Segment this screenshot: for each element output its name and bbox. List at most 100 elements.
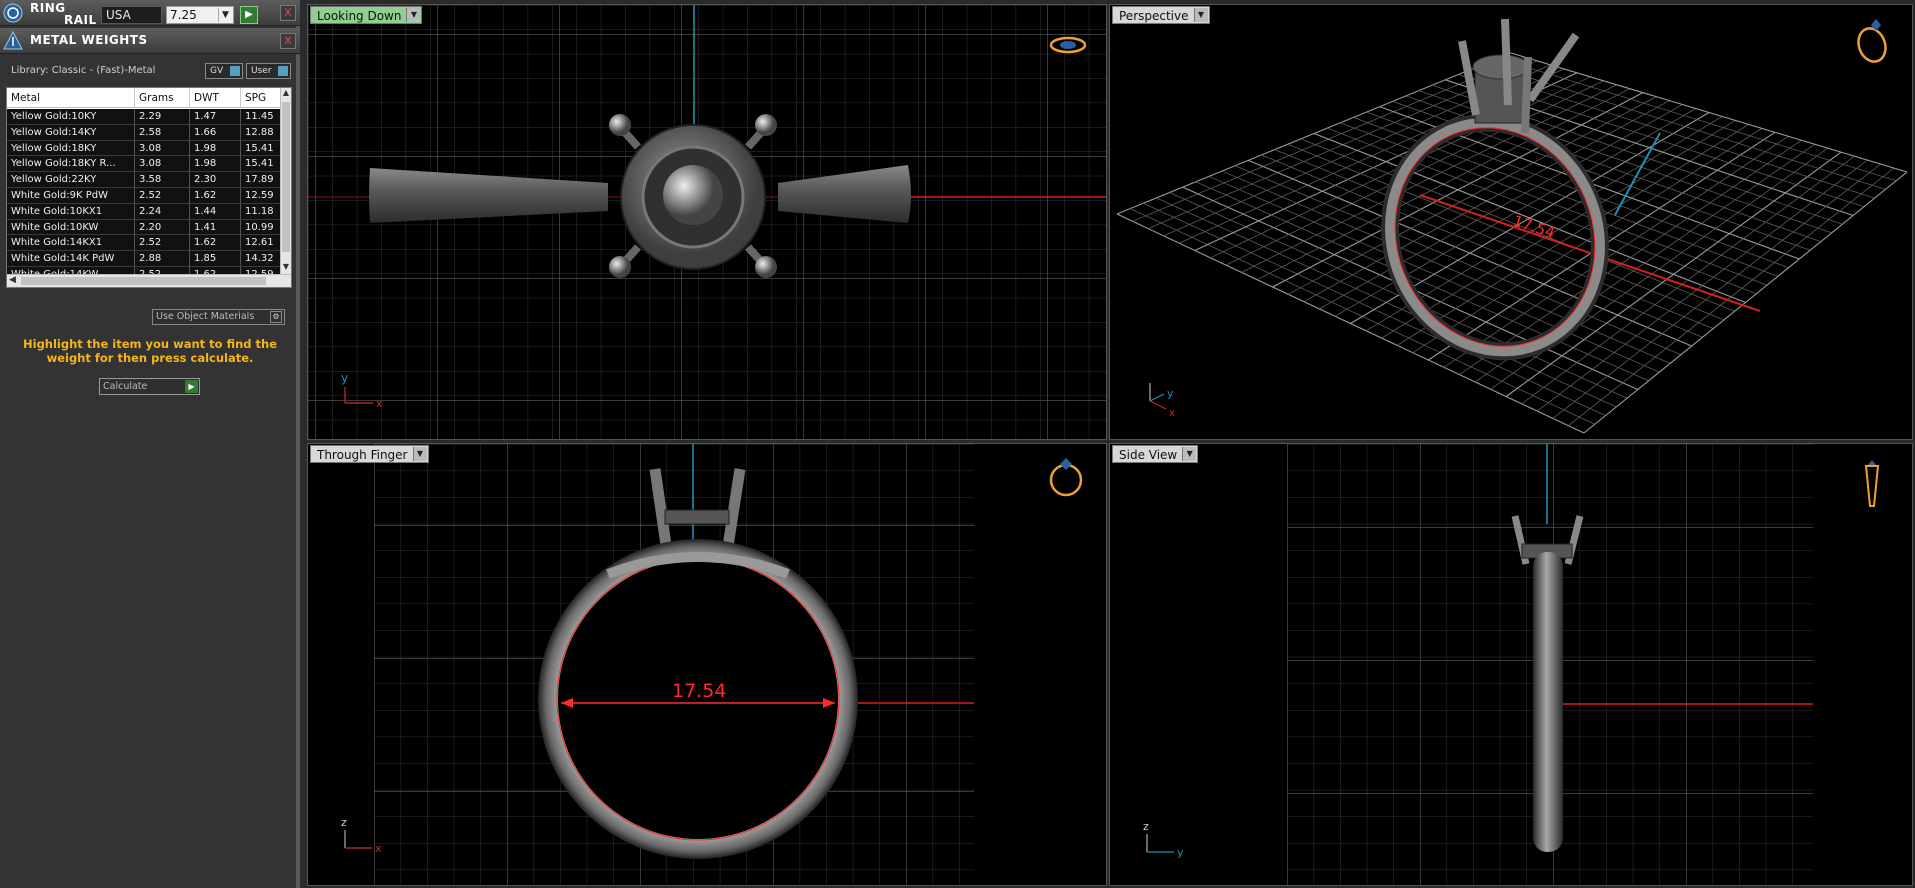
chevron-down-icon[interactable]: ▼	[1182, 447, 1197, 461]
scroll-up-icon[interactable]: ▲	[281, 88, 291, 100]
scroll-thumb[interactable]	[21, 277, 266, 285]
column-header-grams[interactable]: Grams	[135, 88, 190, 108]
column-header-dwt[interactable]: DWT	[190, 88, 241, 108]
toggle-knob	[230, 66, 240, 76]
table-cell: 15.41	[241, 140, 283, 156]
grid-line	[1412, 128, 1763, 354]
table-row[interactable]: Yellow Gold:18KY 3.08 1.98 15.41	[7, 140, 283, 157]
ring-size-select[interactable]: 7.25 ▼	[166, 6, 234, 24]
table-cell: 1.44	[190, 203, 241, 219]
metal-table: Metal Grams DWT SPG Yellow Gold:10KY 2.29…	[6, 87, 292, 288]
table-cell: White Gold:14KX1	[7, 235, 135, 251]
table-cell: 3.08	[135, 156, 190, 172]
viewport-label: Looking Down	[317, 9, 402, 23]
weights-icon	[2, 30, 24, 52]
table-cell: 1.98	[190, 140, 241, 156]
play-icon[interactable]: ▶	[240, 6, 258, 24]
viewport-label: Through Finger	[317, 448, 408, 462]
scroll-down-icon[interactable]: ▼	[281, 262, 291, 274]
use-object-materials-button[interactable]: Use Object Materials ⚙	[152, 309, 285, 325]
table-cell: 2.29	[135, 109, 190, 124]
table-cell: 1.62	[190, 235, 241, 251]
axis-triad-icon	[1149, 383, 1167, 410]
table-cell: 2.20	[135, 219, 190, 235]
user-toggle[interactable]: User	[246, 63, 291, 79]
table-cell: 1.66	[190, 124, 241, 140]
ring-gizmo-icon[interactable]	[1049, 458, 1083, 497]
table-cell: 1.41	[190, 219, 241, 235]
gear-icon: ⚙	[270, 311, 282, 323]
viewport-menu-through-finger[interactable]: Through Finger ▼	[310, 445, 429, 463]
table-row[interactable]: Yellow Gold:10KY 2.29 1.47 11.45	[7, 109, 283, 125]
table-cell: White Gold:14K PdW	[7, 251, 135, 267]
gv-toggle-label: GV	[210, 66, 224, 76]
metal-weights-title: METAL WEIGHTS	[30, 33, 148, 47]
viewport-menu-perspective[interactable]: Perspective ▼	[1112, 6, 1210, 24]
gv-toggle[interactable]: GV	[205, 63, 243, 79]
y-axis-line	[1614, 132, 1661, 216]
chevron-down-icon[interactable]: ▼	[1193, 8, 1208, 22]
ring-gizmo-icon[interactable]	[1854, 19, 1890, 65]
ring-rail-title-line2: RAIL	[64, 13, 97, 27]
table-row[interactable]: White Gold:14KX1 2.52 1.62 12.61	[7, 235, 283, 252]
calculate-button[interactable]: Calculate ▶	[99, 378, 200, 395]
chevron-down-icon[interactable]: ▼	[406, 8, 421, 22]
column-header-metal[interactable]: Metal	[7, 88, 135, 108]
table-cell: 2.52	[135, 187, 190, 203]
play-icon: ▶	[185, 380, 198, 393]
axis-label-vertical: z	[1143, 820, 1149, 833]
table-cell: White Gold:10KX1	[7, 203, 135, 219]
horizontal-scrollbar[interactable]: ◀	[7, 274, 291, 287]
table-cell: 1.85	[190, 251, 241, 267]
table-row[interactable]: White Gold:10KW 2.20 1.41 10.99	[7, 219, 283, 236]
ring-size-value: 7.25	[170, 8, 197, 22]
chevron-down-icon[interactable]: ▼	[218, 8, 232, 22]
scroll-left-icon[interactable]: ◀	[9, 275, 16, 285]
table-cell: 12.59	[241, 187, 283, 203]
table-row[interactable]: White Gold:14K PdW 2.88 1.85 14.32	[7, 251, 283, 267]
country-select[interactable]: USA	[101, 6, 162, 24]
table-cell: 3.58	[135, 172, 190, 188]
scroll-thumb[interactable]	[282, 102, 290, 252]
vertical-scrollbar[interactable]: ▲ ▼	[280, 88, 291, 274]
close-icon[interactable]: x	[280, 5, 296, 21]
table-row[interactable]: Yellow Gold:18KY R... 3.08 1.98 15.41	[7, 156, 283, 173]
viewport-label: Side View	[1119, 448, 1178, 462]
table-cell: 2.58	[135, 124, 190, 140]
table-cell: 1.62	[190, 187, 241, 203]
instruction-text: Highlight the item you want to find the …	[23, 337, 277, 365]
table-cell: Yellow Gold:18KY	[7, 140, 135, 156]
viewport-menu-looking-down[interactable]: Looking Down ▼	[310, 6, 423, 24]
table-cell: 2.88	[135, 251, 190, 267]
user-toggle-label: User	[251, 66, 272, 76]
toggle-knob	[278, 66, 288, 76]
axis-label-horizontal: x	[375, 842, 382, 855]
viewport-menu-side-view[interactable]: Side View ▼	[1112, 445, 1199, 463]
viewport-perspective[interactable]: Perspective ▼ 17.54 y x	[1109, 4, 1913, 440]
ring-rail-title-line1: RING	[30, 1, 66, 15]
library-label: Library: Classic - (Fast)-Metal	[11, 65, 156, 76]
close-icon[interactable]: x	[280, 33, 296, 49]
table-row[interactable]: Yellow Gold:22KY 3.58 2.30 17.89	[7, 172, 283, 188]
table-cell: 14.32	[241, 251, 283, 267]
table-row[interactable]: White Gold:9K PdW 2.52 1.62 12.59	[7, 187, 283, 204]
table-cell: White Gold:9K PdW	[7, 187, 135, 203]
use-object-materials-label: Use Object Materials	[156, 311, 255, 322]
table-row[interactable]: White Gold:10KX1 2.24 1.44 11.18	[7, 203, 283, 220]
table-cell: 10.99	[241, 219, 283, 235]
chevron-down-icon[interactable]: ▼	[412, 447, 427, 461]
perspective-canvas: 17.54 y x	[1116, 18, 1908, 434]
table-cell: 2.30	[190, 172, 241, 188]
column-header-spg[interactable]: SPG	[241, 88, 283, 108]
table-row[interactable]: Yellow Gold:14KY 2.58 1.66 12.88	[7, 124, 283, 141]
viewport-through-finger[interactable]: Through Finger ▼ 17.54 z x	[307, 443, 1107, 886]
table-cell: 12.88	[241, 124, 283, 140]
viewport-side-view[interactable]: Side View ▼ z y	[1109, 443, 1913, 886]
viewport-looking-down[interactable]: Looking Down ▼ y x	[307, 4, 1107, 440]
table-cell: 3.08	[135, 140, 190, 156]
pendant-gizmo-icon[interactable]	[1864, 460, 1880, 507]
table-cell: Yellow Gold:14KY	[7, 124, 135, 140]
table-cell: 1.47	[190, 109, 241, 124]
grid-line	[1459, 139, 1802, 375]
table-cell: 11.45	[241, 109, 283, 124]
